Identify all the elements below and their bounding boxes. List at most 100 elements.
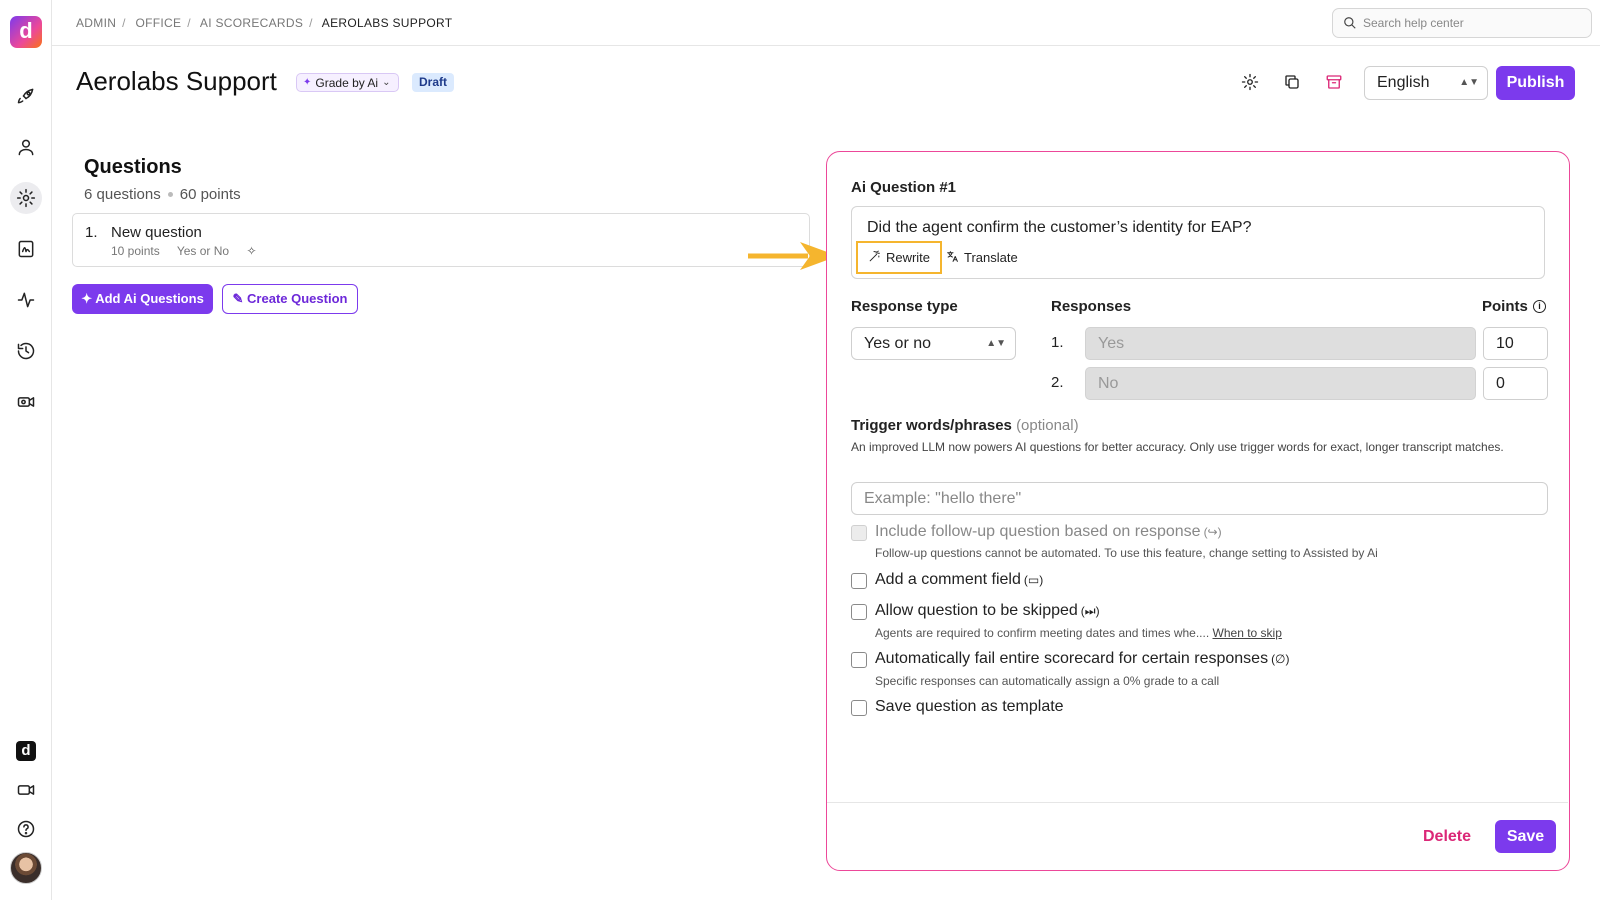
allow-skip-help: Agents are required to confirm meeting d… <box>875 626 1282 640</box>
settings-icon[interactable] <box>1238 70 1262 94</box>
fail-icon: (∅) <box>1271 652 1290 666</box>
video-icon[interactable] <box>10 774 42 806</box>
question-number: 1. <box>85 224 98 241</box>
optional-tag: (optional) <box>1016 417 1079 434</box>
skip-icon: (⏭) <box>1080 604 1100 618</box>
publish-button[interactable]: Publish <box>1496 66 1575 100</box>
questions-count: 6 questions <box>84 186 161 203</box>
responses-label: Responses <box>1051 298 1132 315</box>
gear-icon[interactable] <box>10 182 42 214</box>
sparkle-icon: ✦ <box>303 77 312 88</box>
breadcrumb-ai-scorecards[interactable]: AI SCORECARDS <box>200 16 303 30</box>
breadcrumb-admin[interactable]: ADMIN <box>76 16 116 30</box>
info-icon[interactable]: i <box>1533 300 1546 313</box>
response-field: No <box>1085 367 1476 400</box>
history-icon[interactable] <box>10 335 42 367</box>
rewrite-label: Rewrite <box>885 250 931 265</box>
allow-skip-label[interactable]: Allow question to be skipped (⏭) <box>875 602 1100 620</box>
question-text[interactable]: Did the agent confirm the customer’s ide… <box>867 219 1251 237</box>
rewrite-button[interactable]: Rewrite <box>856 241 942 274</box>
delete-button[interactable]: Delete <box>1423 820 1471 853</box>
search-input[interactable] <box>1363 13 1583 33</box>
save-template-label[interactable]: Save question as template <box>875 698 1064 716</box>
comment-icon: (▭) <box>1023 573 1044 587</box>
question-details: 10 points Yes or No ✧ <box>111 244 271 258</box>
sparkle-icon: ✦ <box>81 291 96 306</box>
save-template-checkbox[interactable] <box>851 700 867 716</box>
question-text-box[interactable]: Did the agent confirm the customer’s ide… <box>851 206 1545 279</box>
rocket-icon[interactable] <box>10 80 42 112</box>
breadcrumb-office[interactable]: OFFICE <box>135 16 181 30</box>
follow-up-icon: (↪) <box>1203 525 1222 539</box>
language-select[interactable]: English ▲▼ <box>1364 66 1488 100</box>
comment-field-label[interactable]: Add a comment field (▭) <box>875 571 1043 589</box>
points-field[interactable]: 10 <box>1483 327 1548 360</box>
allow-skip-label-text: Allow question to be skipped <box>875 602 1078 619</box>
create-question-button[interactable]: ✎ Create Question <box>222 284 358 314</box>
camera-icon[interactable] <box>10 386 42 418</box>
response-number: 2. <box>1051 374 1064 391</box>
archive-icon[interactable] <box>1322 70 1346 94</box>
grade-mode-dropdown[interactable]: ✦ Grade by Ai ⌄ <box>296 73 400 92</box>
questions-points: 60 points <box>179 186 241 203</box>
wand-icon <box>868 250 881 266</box>
question-points: 10 points <box>111 244 160 258</box>
search-box[interactable] <box>1332 8 1592 38</box>
chevron-down-icon: ⌄ <box>382 77 391 88</box>
editor-title: Ai Question #1 <box>851 179 957 196</box>
auto-fail-label-text: Automatically fail entire scorecard for … <box>875 650 1269 667</box>
response-number: 1. <box>1051 334 1064 351</box>
status-badge: Draft <box>412 73 455 92</box>
copy-icon[interactable] <box>1280 70 1304 94</box>
comment-field-checkbox[interactable] <box>851 573 867 589</box>
signature-icon[interactable] <box>10 233 42 265</box>
points-field[interactable]: 0 <box>1483 367 1548 400</box>
follow-up-label-text: Include follow-up question based on resp… <box>875 523 1201 540</box>
auto-fail-label[interactable]: Automatically fail entire scorecard for … <box>875 650 1290 668</box>
response-type-value: Yes or no <box>864 335 932 352</box>
breadcrumb-current: AEROLABS SUPPORT <box>321 16 453 30</box>
edit-icon: ✎ <box>232 291 248 306</box>
question-type: Yes or No <box>176 244 230 258</box>
questions-meta: 6 questions 60 points <box>84 186 241 203</box>
page-title: Aerolabs Support <box>76 66 277 96</box>
auto-fail-help: Specific responses can automatically ass… <box>875 674 1220 688</box>
panel-divider <box>827 802 1568 803</box>
comment-field-label-text: Add a comment field <box>875 571 1021 588</box>
question-editor-panel: Ai Question #1 Did the agent confirm the… <box>826 151 1570 871</box>
trigger-words-input[interactable] <box>851 482 1548 515</box>
sparkle-icon: ✧ <box>246 244 257 258</box>
response-type-label: Response type <box>851 298 958 315</box>
dialpad-logo-icon[interactable]: d <box>16 741 36 761</box>
translate-icon <box>946 250 959 266</box>
translate-button[interactable]: Translate <box>946 241 1018 274</box>
user-icon[interactable] <box>10 131 42 163</box>
response-type-select[interactable]: Yes or no ▲▼ <box>851 327 1016 360</box>
search-icon <box>1344 17 1356 29</box>
activity-icon[interactable] <box>10 284 42 316</box>
avatar[interactable] <box>10 852 42 884</box>
follow-up-help: Follow-up questions cannot be automated.… <box>875 546 1378 560</box>
trigger-words-title: Trigger words/phrases <box>851 417 1012 434</box>
updown-icon: ▲▼ <box>986 338 1006 349</box>
follow-up-label: Include follow-up question based on resp… <box>875 523 1222 541</box>
save-button[interactable]: Save <box>1495 820 1556 853</box>
add-ai-questions-label: Add Ai Questions <box>95 291 204 306</box>
help-icon[interactable] <box>10 813 42 845</box>
translate-label: Translate <box>964 250 1018 265</box>
trigger-words-label: Trigger words/phrases (optional) <box>851 417 1079 434</box>
grade-mode-label: Grade by Ai <box>315 75 379 90</box>
auto-fail-checkbox[interactable] <box>851 652 867 668</box>
breadcrumb: ADMIN / OFFICE / AI SCORECARDS / AEROLABS S… <box>76 16 453 30</box>
when-to-skip-link[interactable]: When to skip <box>1213 626 1282 640</box>
updown-icon: ▲▼ <box>1459 77 1479 88</box>
question-list-item[interactable]: 1. New question 10 points Yes or No ✧ <box>72 213 810 267</box>
add-ai-questions-button[interactable]: ✦ Add Ai Questions <box>72 284 213 314</box>
follow-up-checkbox <box>851 525 867 541</box>
top-bar: ADMIN / OFFICE / AI SCORECARDS / AEROLABS S… <box>52 0 1600 46</box>
allow-skip-help-text: Agents are required to confirm meeting d… <box>875 626 1210 640</box>
app-logo[interactable]: d <box>10 16 42 48</box>
allow-skip-checkbox[interactable] <box>851 604 867 620</box>
language-value: English <box>1377 74 1430 91</box>
create-question-label: Create Question <box>247 291 348 306</box>
